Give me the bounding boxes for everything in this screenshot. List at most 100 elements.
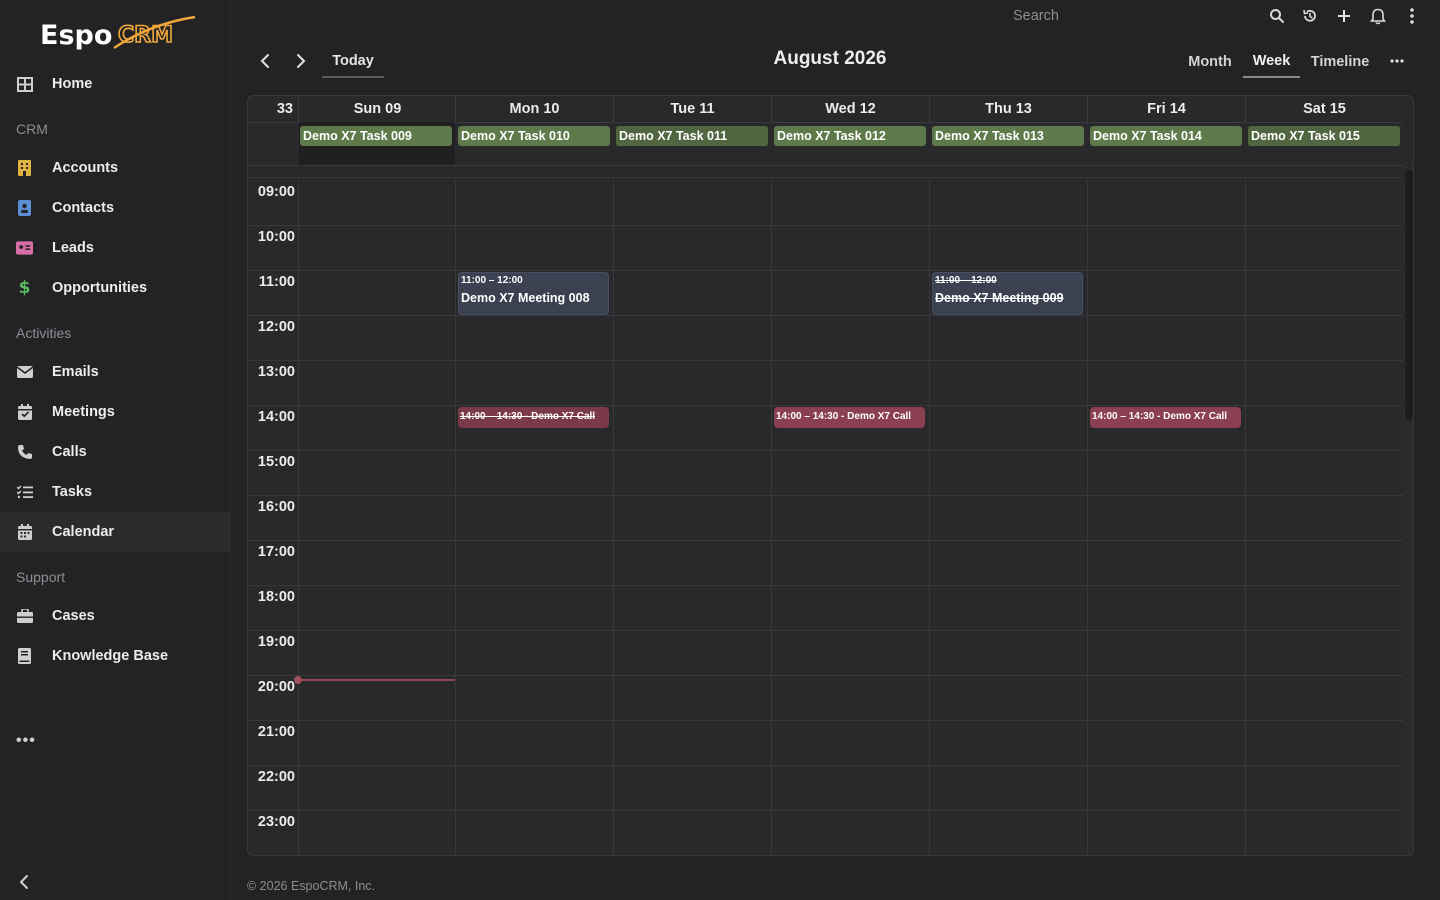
collapse-sidebar-icon[interactable] [16,872,32,892]
book-icon [16,648,33,665]
sidebar-item-label: Calendar [52,524,115,540]
day-column-divider [298,180,299,855]
sidebar-item-label: Leads [52,240,94,256]
contact-card-icon [16,200,33,217]
sidebar-item-leads[interactable]: Leads [0,228,231,268]
sidebar-item-calendar[interactable]: Calendar [0,512,231,552]
sidebar-item-meetings[interactable]: Meetings [0,392,231,432]
calendar-title: August 2026 [773,48,887,69]
svg-text:Espo: Espo [40,20,112,51]
search-input[interactable]: Search [1013,8,1243,28]
meeting-time: 11:00 – 12:00 [461,275,523,286]
view-more-button[interactable] [1386,50,1408,72]
day-header[interactable]: Thu 13 [929,96,1087,122]
sidebar-item-label: Accounts [52,160,119,176]
task-event[interactable]: Demo X7 Task 014 [1090,126,1242,146]
call-event[interactable]: 14:00 – 14:30 - Demo X7 Call [458,407,609,428]
next-button[interactable] [290,50,312,72]
sidebar-item-home[interactable]: Home [0,64,231,104]
dollar-icon: $ [18,278,31,298]
current-time-dot [294,676,302,684]
briefcase-icon [16,608,33,625]
sidebar-item-knowledge-base[interactable]: Knowledge Base [0,636,231,676]
day-column-divider [1087,180,1088,855]
sidebar-more-button[interactable]: ••• [16,732,36,750]
task-event[interactable]: Demo X7 Task 009 [300,126,452,146]
day-column-divider [613,180,614,855]
menu-kebab-icon[interactable] [1402,6,1422,26]
sidebar-item-contacts[interactable]: Contacts [0,188,231,228]
sidebar-item-label: Home [52,76,93,92]
task-event[interactable]: Demo X7 Task 015 [1248,126,1400,146]
hour-label: 17:00 [257,544,295,560]
week-calendar: 33 Sun 09 Mon 10 Tue 11 Wed 12 Thu 13 Fr… [247,95,1414,856]
home-grid-icon [16,76,33,93]
meeting-event[interactable]: 11:00 – 12:00 Demo X7 Meeting 009 [932,272,1083,315]
day-column-divider [1245,180,1246,855]
time-grid[interactable]: 09:00 10:00 11:00 12:00 13:00 14:00 15:0… [248,177,1403,855]
sidebar: Espo CRM Home CRM Accounts Contacts Lead… [0,0,231,900]
sidebar-item-opportunities[interactable]: $ Opportunities [0,268,231,308]
current-time-line [298,679,455,681]
espocrm-logo[interactable]: Espo CRM [40,14,200,54]
group-support-label: Support [16,569,66,585]
bell-icon[interactable] [1368,6,1388,26]
sidebar-item-cases[interactable]: Cases [0,596,231,636]
sidebar-item-label: Meetings [52,404,115,420]
hour-label: 19:00 [257,634,295,650]
id-card-icon [16,240,33,257]
hour-label: 23:00 [257,814,295,830]
meeting-event[interactable]: 11:00 – 12:00 Demo X7 Meeting 008 [458,272,609,315]
call-event[interactable]: 14:00 – 14:30 - Demo X7 Call [1090,407,1241,428]
week-number: 33 [276,101,293,117]
hour-label: 15:00 [257,454,295,470]
phone-icon [16,444,33,461]
day-column-divider [771,180,772,855]
day-header[interactable]: Sat 15 [1245,96,1403,122]
day-header[interactable]: Wed 12 [771,96,929,122]
meeting-time: 11:00 – 12:00 [935,275,997,286]
day-header[interactable]: Fri 14 [1087,96,1245,122]
view-week-button[interactable]: Week [1243,46,1300,78]
sidebar-item-calls[interactable]: Calls [0,432,231,472]
footer-copyright: © 2026 EspoCRM, Inc. [247,879,376,893]
day-column-divider [455,180,456,855]
calendar-icon [16,524,33,541]
history-icon[interactable] [1300,6,1320,26]
envelope-icon [16,364,33,381]
day-header[interactable]: Mon 10 [455,96,613,122]
meeting-name: Demo X7 Meeting 008 [461,291,590,305]
calendar-check-icon [16,404,33,421]
plus-icon[interactable] [1334,6,1354,26]
chevron-right-icon [297,54,306,68]
chevron-left-icon [260,54,269,68]
hour-label: 20:00 [257,679,295,695]
scrollbar-thumb[interactable] [1405,170,1413,420]
task-event[interactable]: Demo X7 Task 010 [458,126,610,146]
hour-label: 13:00 [257,364,295,380]
hour-label: 22:00 [257,769,295,785]
view-month-button[interactable]: Month [1184,46,1236,78]
sidebar-item-label: Cases [52,608,95,624]
sidebar-item-label: Contacts [52,200,115,216]
day-header[interactable]: Sun 09 [298,96,456,122]
task-event[interactable]: Demo X7 Task 013 [932,126,1084,146]
group-crm-label: CRM [16,121,48,137]
sidebar-item-tasks[interactable]: Tasks [0,472,231,512]
view-timeline-button[interactable]: Timeline [1308,46,1372,78]
sidebar-item-emails[interactable]: Emails [0,352,231,392]
task-event[interactable]: Demo X7 Task 012 [774,126,926,146]
hour-label: 09:00 [257,184,295,200]
prev-button[interactable] [254,50,276,72]
search-icon[interactable] [1267,6,1287,26]
call-event[interactable]: 14:00 – 14:30 - Demo X7 Call [774,407,925,428]
ellipsis-icon [1390,59,1404,63]
sidebar-item-accounts[interactable]: Accounts [0,148,231,188]
today-button[interactable]: Today [322,46,384,78]
hour-label: 14:00 [257,409,295,425]
task-event[interactable]: Demo X7 Task 011 [616,126,768,146]
hour-label: 12:00 [257,319,295,335]
hour-label: 16:00 [257,499,295,515]
day-header[interactable]: Tue 11 [613,96,771,122]
day-column-divider [929,180,930,855]
